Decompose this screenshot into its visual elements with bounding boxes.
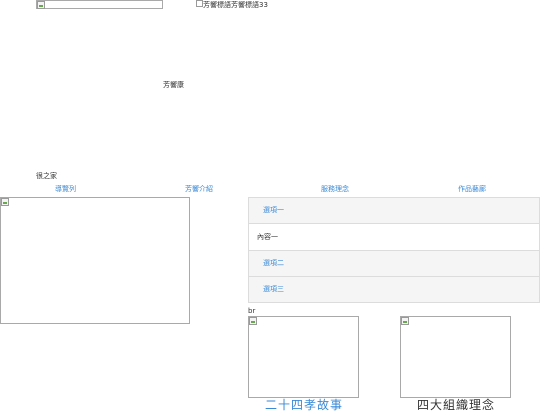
broken-image-icon (249, 317, 257, 325)
card-image-1[interactable] (248, 316, 359, 398)
main-image (0, 197, 190, 324)
banner-image: 芳響標語芳響標語33 (196, 0, 268, 10)
accordion-content-option-1: 內容一 (249, 224, 539, 251)
nav-item-navigation[interactable]: 導覽列 (55, 184, 76, 194)
card-image-2[interactable] (400, 316, 511, 398)
broken-image-icon (196, 0, 203, 7)
nav-item-intro[interactable]: 芳響介紹 (185, 184, 213, 194)
nav-item-philosophy[interactable]: 服務理念 (321, 184, 349, 194)
banner-alt-text: 芳響標語芳響標語33 (203, 1, 268, 9)
nav-item-gallery[interactable]: 作品藝廊 (458, 184, 486, 194)
accordion-header-option-1[interactable]: 選項一 (249, 198, 539, 224)
broken-image-icon (37, 1, 45, 9)
header-logo-image (36, 0, 163, 9)
broken-image-icon (401, 317, 409, 325)
br-text: br (248, 307, 256, 315)
broken-image-icon (1, 198, 9, 206)
breadcrumb: 很之家 (36, 172, 57, 180)
accordion: 選項一 內容一 選項二 選項三 (248, 197, 540, 303)
brand-text: 芳響康 (163, 81, 184, 89)
accordion-header-option-3[interactable]: 選項三 (249, 277, 539, 302)
accordion-header-option-2[interactable]: 選項二 (249, 251, 539, 277)
